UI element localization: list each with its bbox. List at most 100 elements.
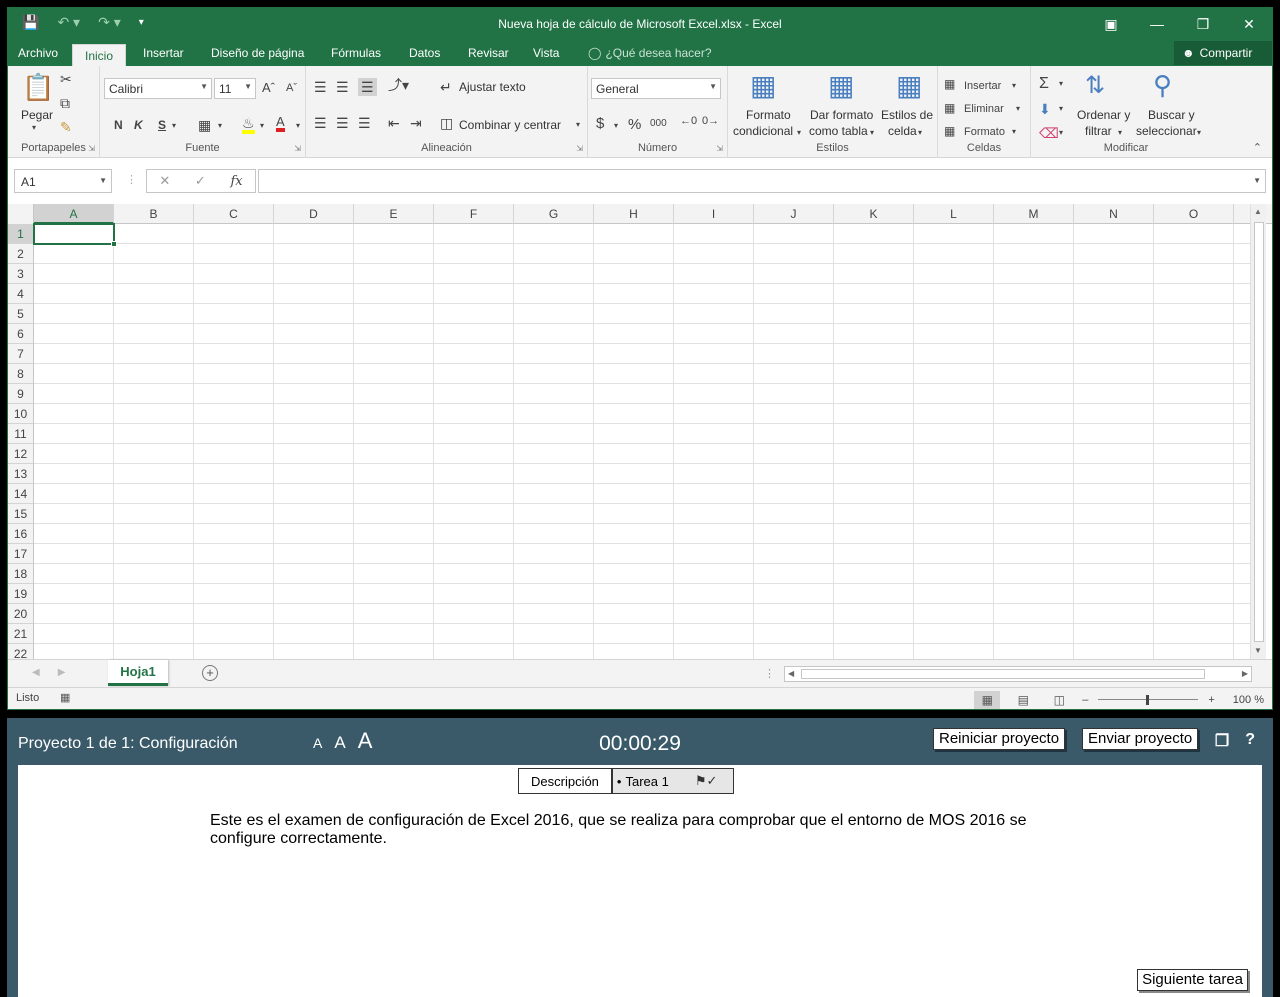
row-header-6[interactable]: 6 <box>8 324 34 344</box>
row-header-5[interactable]: 5 <box>8 304 34 324</box>
row-header-16[interactable]: 16 <box>8 524 34 544</box>
restore-panel-icon[interactable]: ❐ <box>1215 731 1229 751</box>
column-header-b[interactable]: B <box>114 204 194 224</box>
fill-icon[interactable]: ⬇ <box>1039 102 1051 116</box>
chevron-down-icon[interactable]: ▾ <box>1197 129 1201 137</box>
conditional-format-icon[interactable]: ▦ <box>750 72 776 100</box>
chevron-down-icon[interactable]: ▾ <box>1118 129 1122 137</box>
find-select-label-2[interactable]: seleccionar <box>1136 124 1197 138</box>
sort-filter-label-2[interactable]: filtrar <box>1085 124 1112 138</box>
autosum-icon[interactable]: Σ <box>1039 76 1049 92</box>
minimize-icon[interactable]: — <box>1134 8 1180 40</box>
row-header-9[interactable]: 9 <box>8 384 34 404</box>
spreadsheet-grid[interactable]: ABCDEFGHIJKLMNO 1 2 3 4 5 6 7 8 9 10 11 12 13 14 15 16 1… <box>8 204 1272 659</box>
chevron-down-icon[interactable]: ▾ <box>918 129 922 137</box>
select-all-corner[interactable] <box>8 204 34 224</box>
column-header-c[interactable]: C <box>194 204 274 224</box>
orientation-icon[interactable]: ⤴▾ <box>388 78 409 92</box>
sheet-prev-icon[interactable]: ◀ <box>32 667 40 678</box>
chevron-down-icon[interactable]: ▾ <box>1059 129 1063 137</box>
reset-project-button[interactable]: Reiniciar proyecto <box>933 728 1066 750</box>
delete-cells-icon[interactable]: ▦ <box>944 102 955 114</box>
decrease-indent-icon[interactable]: ⇤ <box>388 116 400 130</box>
format-as-table-label-1[interactable]: Dar formato <box>810 108 873 122</box>
share-button[interactable]: ☻ Compartir <box>1174 41 1272 65</box>
insert-function-button[interactable]: fx <box>230 174 242 189</box>
number-format-select[interactable]: General ▼ <box>591 78 721 99</box>
collapse-ribbon-icon[interactable]: ⌃ <box>1253 141 1262 154</box>
dialog-launcher-icon[interactable]: ⇲ <box>576 144 583 153</box>
row-header-4[interactable]: 4 <box>8 284 34 304</box>
zoom-knob[interactable] <box>1146 695 1150 705</box>
tell-me-box[interactable]: ◯ ¿Qué desea hacer? <box>588 46 712 60</box>
find-select-icon[interactable]: ⚲ <box>1153 72 1172 98</box>
next-task-button[interactable]: Siguiente tarea <box>1137 969 1248 991</box>
chevron-down-icon[interactable]: ▾ <box>296 122 300 130</box>
split-grip-icon[interactable]: ⋮ <box>764 667 775 680</box>
horizontal-scrollbar[interactable]: ◀ ▶ <box>784 666 1252 682</box>
normal-view-icon[interactable]: ▦ <box>974 691 1001 709</box>
chevron-down-icon[interactable]: ▾ <box>797 129 801 137</box>
row-header-13[interactable]: 13 <box>8 464 34 484</box>
chevron-down-icon[interactable]: ▾ <box>614 122 618 130</box>
format-as-table-icon[interactable]: ▦ <box>828 72 854 100</box>
tab-formulas[interactable]: Fórmulas <box>331 46 381 60</box>
paste-button[interactable]: Pegar <box>21 108 53 122</box>
tab-revisar[interactable]: Revisar <box>468 46 509 60</box>
zoom-level[interactable]: 100 % <box>1233 694 1264 706</box>
scroll-right-icon[interactable]: ▶ <box>1242 669 1248 678</box>
italic-button[interactable]: K <box>134 119 143 131</box>
row-header-17[interactable]: 17 <box>8 544 34 564</box>
page-break-view-icon[interactable]: ◫ <box>1046 691 1072 709</box>
cell-area[interactable] <box>34 224 1250 659</box>
name-box[interactable]: A1 ▼ <box>14 169 112 193</box>
page-layout-view-icon[interactable]: ▤ <box>1010 691 1036 709</box>
row-header-12[interactable]: 12 <box>8 444 34 464</box>
sort-filter-label-1[interactable]: Ordenar y <box>1077 108 1130 122</box>
chevron-down-icon[interactable]: ▾ <box>260 122 264 130</box>
scroll-down-icon[interactable]: ▼ <box>1254 646 1262 655</box>
scroll-up-icon[interactable]: ▲ <box>1254 207 1262 216</box>
macro-record-icon[interactable]: ▦ <box>60 691 70 704</box>
chevron-down-icon[interactable]: ▾ <box>172 122 176 130</box>
column-header-o[interactable]: O <box>1154 204 1234 224</box>
align-top-icon[interactable]: ☰ <box>314 80 327 94</box>
format-as-table-label-2[interactable]: como tabla <box>809 124 868 138</box>
scroll-thumb[interactable] <box>801 669 1205 679</box>
scroll-left-icon[interactable]: ◀ <box>788 669 794 678</box>
column-header-l[interactable]: L <box>914 204 994 224</box>
formula-input[interactable]: ▼ <box>258 169 1266 193</box>
clear-icon[interactable]: ⌫ <box>1039 126 1059 140</box>
chevron-down-icon[interactable]: ▾ <box>1059 105 1063 113</box>
fill-color-icon[interactable]: ♨ <box>242 116 255 134</box>
column-header-h[interactable]: H <box>594 204 674 224</box>
fill-handle[interactable] <box>111 241 117 247</box>
wrap-text-button[interactable]: Ajustar texto <box>459 80 526 94</box>
borders-icon[interactable]: ▦ <box>198 118 211 132</box>
currency-button[interactable]: $ <box>596 116 604 131</box>
zoom-slider[interactable] <box>1098 695 1199 705</box>
thousands-button[interactable]: 000 <box>650 119 667 129</box>
sheet-tab[interactable]: Hoja1 <box>108 660 168 686</box>
row-header-18[interactable]: 18 <box>8 564 34 584</box>
row-header-19[interactable]: 19 <box>8 584 34 604</box>
increase-decimal-icon[interactable]: ←0 <box>680 116 697 127</box>
dialog-launcher-icon[interactable]: ⇲ <box>294 144 301 153</box>
help-button[interactable]: ? <box>1245 731 1255 751</box>
column-header-a[interactable]: A <box>34 204 114 224</box>
align-bottom-icon[interactable]: ☰ <box>358 78 377 96</box>
dialog-launcher-icon[interactable]: ⇲ <box>88 144 95 153</box>
tab-description[interactable]: Descripción <box>518 768 612 794</box>
align-middle-icon[interactable]: ☰ <box>336 80 349 94</box>
paste-icon[interactable]: 📋 <box>22 74 54 100</box>
zoom-in-icon[interactable]: + <box>1208 694 1214 706</box>
add-sheet-icon[interactable]: + <box>202 665 218 681</box>
scroll-thumb[interactable] <box>1254 222 1264 642</box>
decrease-font-icon[interactable]: Aˇ <box>286 83 297 94</box>
increase-indent-icon[interactable]: ⇥ <box>410 116 422 130</box>
close-icon[interactable]: ✕ <box>1226 8 1272 40</box>
chevron-down-icon[interactable]: ▾ <box>870 129 874 137</box>
expand-formula-bar-icon[interactable]: ▼ <box>1253 176 1261 185</box>
find-select-label-1[interactable]: Buscar y <box>1148 108 1195 122</box>
chevron-down-icon[interactable]: ▾ <box>1012 82 1016 90</box>
